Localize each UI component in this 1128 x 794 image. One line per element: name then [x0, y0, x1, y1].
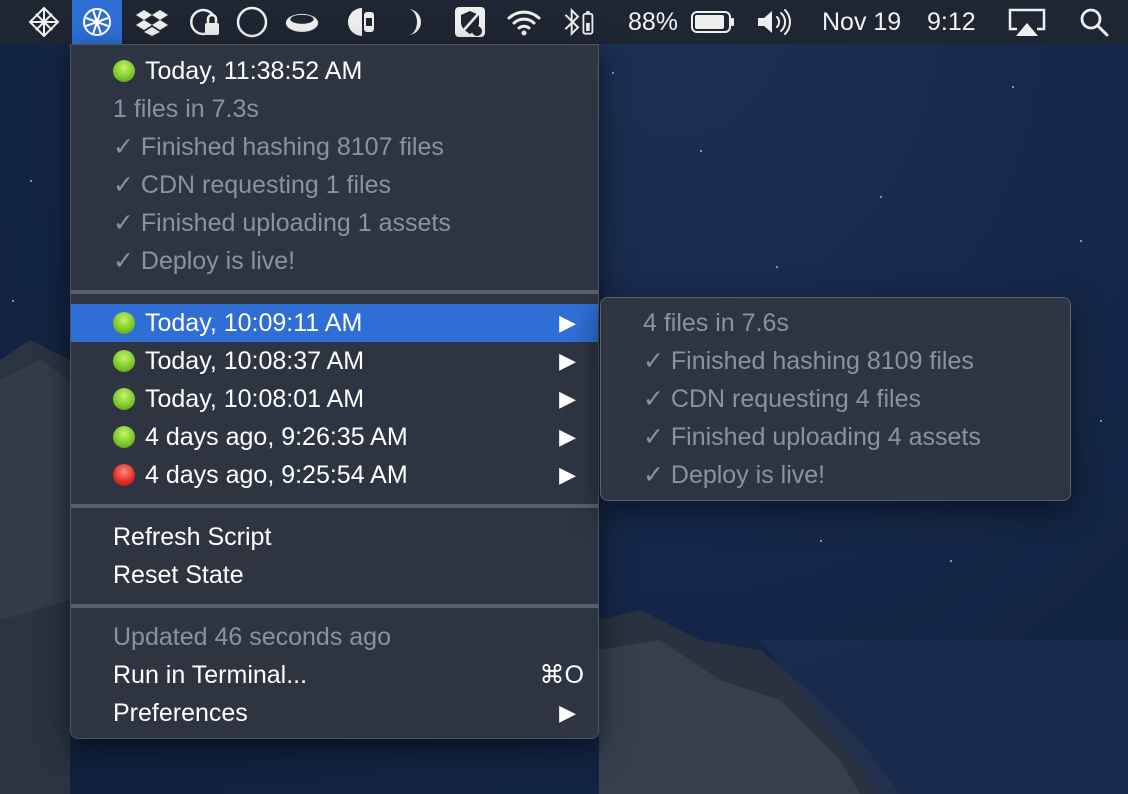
istat-menus-icon[interactable] [344, 4, 380, 40]
airplay-icon[interactable] [1006, 4, 1048, 40]
menu-separator [71, 604, 598, 608]
updated-status-label: Updated 46 seconds ago [113, 623, 391, 651]
vpn-shield-off-icon[interactable] [452, 4, 488, 40]
deploy-status-menu: Today, 11:38:52 AM 1 files in 7.3s ✓ Fin… [70, 44, 599, 739]
deploy-history-item[interactable]: Today, 10:08:37 AM ▶ [71, 342, 598, 380]
submenu-arrow-icon: ▶ [559, 386, 576, 411]
menu-separator [71, 504, 598, 508]
latest-deploy-item[interactable]: Today, 11:38:52 AM [71, 52, 598, 90]
menu-bar: 88% Nov 19 9:12 [0, 0, 1128, 44]
time-machine-lock-icon[interactable] [186, 4, 222, 40]
battery-icon[interactable] [690, 4, 736, 40]
wifi-icon[interactable] [506, 4, 542, 40]
submenu-arrow-icon: ▶ [559, 424, 576, 449]
latest-deploy-detail: ✓ Finished hashing 8107 files [113, 133, 444, 161]
deploy-history-item[interactable]: 4 days ago, 9:25:54 AM ▶ [71, 456, 598, 494]
submenu-detail: ✓ Finished hashing 8109 files [643, 347, 974, 375]
submenu-arrow-icon: ▶ [559, 348, 576, 373]
status-green-icon [113, 350, 135, 372]
refresh-script-item[interactable]: Refresh Script [71, 518, 598, 556]
status-green-icon [113, 312, 135, 334]
submenu-detail: ✓ Finished uploading 4 assets [643, 423, 981, 451]
run-in-terminal-shortcut: ⌘O [539, 661, 584, 689]
latest-deploy-detail: ✓ CDN requesting 1 files [113, 171, 392, 199]
deploy-history-item[interactable]: 4 days ago, 9:26:35 AM ▶ [71, 418, 598, 456]
volume-icon[interactable] [756, 4, 792, 40]
submenu-arrow-icon: ▶ [559, 462, 576, 487]
status-green-icon [113, 388, 135, 410]
deploy-history-item[interactable]: Today, 10:09:11 AM ▶ [71, 304, 598, 342]
deploy-history-item[interactable]: Today, 10:08:01 AM ▶ [71, 380, 598, 418]
spotlight-search-icon[interactable] [1076, 4, 1112, 40]
latest-deploy-detail: ✓ Finished uploading 1 assets [113, 209, 451, 237]
preferences-item[interactable]: Preferences ▶ [71, 694, 598, 732]
latest-deploy-detail: ✓ Deploy is live! [113, 247, 296, 275]
battery-percentage[interactable]: 88% [628, 0, 678, 44]
submenu-detail: ✓ CDN requesting 4 files [643, 385, 922, 413]
latest-deploy-title: Today, 11:38:52 AM [145, 57, 363, 85]
night-shift-moon-icon[interactable] [394, 4, 430, 40]
menubar-time[interactable]: 9:12 [927, 0, 976, 44]
netlify-app-icon[interactable] [26, 4, 62, 40]
menubar-date[interactable]: Nov 19 [822, 0, 901, 44]
coffee-cup-icon[interactable] [284, 4, 320, 40]
status-green-icon [113, 426, 135, 448]
submenu-detail: 4 files in 7.6s [643, 309, 789, 337]
submenu-arrow-icon: ▶ [559, 310, 576, 335]
status-green-icon [113, 60, 135, 82]
submenu-detail: ✓ Deploy is live! [643, 461, 826, 489]
menu-separator [71, 290, 598, 294]
circle-icon[interactable] [234, 4, 270, 40]
status-red-icon [113, 464, 135, 486]
dropbox-icon[interactable] [134, 4, 170, 40]
deploy-details-submenu: 4 files in 7.6s ✓ Finished hashing 8109 … [600, 297, 1071, 501]
deploy-status-menu-icon[interactable] [72, 0, 122, 44]
reset-state-item[interactable]: Reset State [71, 556, 598, 594]
bluetooth-battery-icon[interactable] [560, 4, 596, 40]
latest-deploy-detail: 1 files in 7.3s [113, 95, 259, 123]
run-in-terminal-item[interactable]: Run in Terminal... ⌘O [71, 656, 598, 694]
submenu-arrow-icon: ▶ [559, 700, 576, 725]
